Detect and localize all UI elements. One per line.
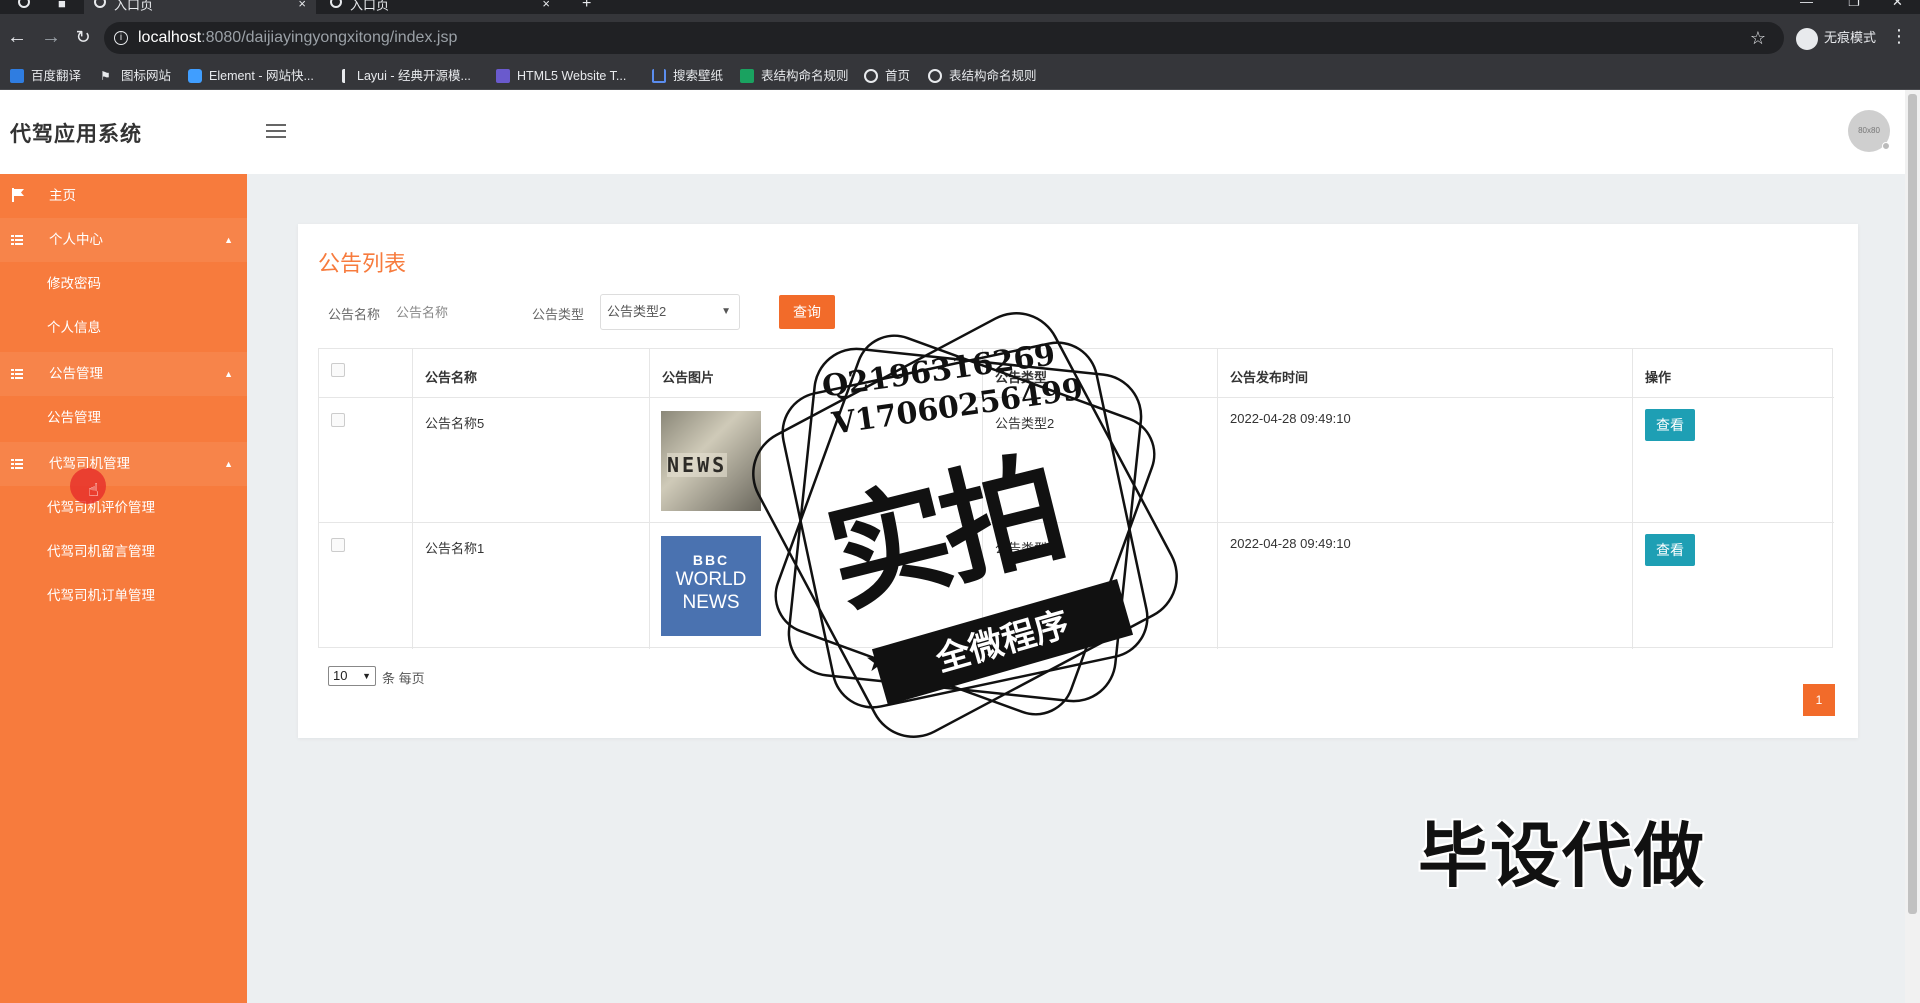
hamburger-menu-icon[interactable]: [266, 124, 286, 138]
close-window-icon[interactable]: ✕: [1892, 0, 1903, 10]
address-bar[interactable]: i localhost:8080/daijiayingyongxitong/in…: [104, 22, 1784, 54]
globe-icon: [928, 68, 942, 83]
watermark-corner-text: 毕设代做: [1418, 815, 1706, 897]
hand-cursor-icon: ☝: [88, 480, 99, 500]
element-hexagon-icon: [188, 68, 202, 83]
page-scrollbar[interactable]: [1905, 90, 1920, 1003]
sidebar-item-home[interactable]: 主页: [0, 174, 247, 218]
browser-tab-2[interactable]: 入口页 ×: [320, 0, 560, 14]
type-select[interactable]: 公告类型2 ▼: [600, 294, 740, 330]
bookmark-baidu-translate[interactable]: 百度翻译: [10, 62, 81, 90]
incognito-icon: [1796, 27, 1818, 50]
bookmark-table-naming-2[interactable]: 表结构命名规则: [928, 62, 1037, 90]
bookmark-element[interactable]: Element - 网站快...: [188, 62, 314, 90]
grid-icon: [11, 235, 23, 245]
header-notice-name: 公告名称: [425, 370, 478, 385]
view-button[interactable]: 查看: [1645, 534, 1695, 566]
tab-search-icon[interactable]: ■: [48, 0, 68, 14]
layui-icon: [342, 68, 350, 83]
chevron-down-icon: ▼: [362, 671, 371, 681]
sidebar-item-personal-info[interactable]: 个人信息: [0, 306, 247, 350]
browser-menu-icon[interactable]: ⋮: [1890, 26, 1908, 47]
grid-icon: [11, 459, 23, 469]
tab-close-icon[interactable]: ×: [542, 0, 550, 10]
chrome-icon: [8, 0, 30, 14]
sidebar-group-driver-management[interactable]: 代驾司机管理 ▲: [0, 442, 247, 486]
chevron-up-icon: ▲: [224, 369, 233, 379]
site-info-icon[interactable]: i: [114, 31, 128, 45]
sidebar-item-change-password[interactable]: 修改密码: [0, 262, 247, 306]
bookmarks-bar: 百度翻译 ⚑ 图标网站 Element - 网站快... Layui - 经典开源…: [0, 62, 1920, 90]
app-title: 代驾应用系统: [10, 123, 142, 146]
tab-globe-icon: [330, 0, 342, 8]
page-title: 公告列表: [318, 251, 407, 276]
table-col-divider: [1632, 349, 1633, 649]
wallpaper-icon: [652, 68, 666, 83]
grid-icon: [11, 369, 23, 379]
reload-icon[interactable]: ↻: [70, 24, 96, 50]
browser-toolbar: ← → ↻ i localhost:8080/daijiayingyongxit…: [0, 14, 1920, 62]
bookmark-html5-template[interactable]: HTML5 Website T...: [496, 62, 626, 90]
view-button[interactable]: 查看: [1645, 409, 1695, 441]
maximize-icon[interactable]: ❐: [1848, 0, 1860, 10]
row-checkbox[interactable]: [331, 538, 345, 552]
bookmark-layui[interactable]: Layui - 经典开源模...: [342, 62, 471, 90]
row-notice-name: 公告名称5: [425, 416, 485, 431]
select-all-checkbox[interactable]: [331, 363, 345, 377]
sidebar-item-notice-management[interactable]: 公告管理: [0, 396, 247, 440]
row-checkbox[interactable]: [331, 413, 345, 427]
avatar-status-dot: [1882, 142, 1890, 150]
search-name-label: 公告名称: [328, 307, 381, 322]
row-notice-name: 公告名称1: [425, 541, 485, 556]
row-publish-time: 2022-04-28 09:49:10: [1230, 411, 1351, 426]
page-size-label: 条 每页: [382, 671, 425, 686]
search-name-input[interactable]: [394, 295, 516, 329]
sidebar-item-driver-order-management[interactable]: 代驾司机订单管理: [0, 574, 247, 618]
tab-globe-icon: [94, 0, 106, 8]
browser-tab-strip: ■ 入口页 × 入口页 × + — ❐ ✕: [0, 0, 1920, 14]
flag-icon: [12, 188, 24, 202]
bookmark-icon-site[interactable]: ⚑ 图标网站: [100, 62, 171, 90]
chevron-up-icon: ▲: [224, 459, 233, 469]
search-type-label: 公告类型: [532, 307, 585, 322]
sidebar-item-driver-message-management[interactable]: 代驾司机留言管理: [0, 530, 247, 574]
header-actions: 操作: [1645, 370, 1672, 385]
pagination-page-1[interactable]: 1: [1803, 684, 1835, 716]
bookmark-star-icon[interactable]: ☆: [1750, 22, 1766, 54]
html5-template-icon: [496, 68, 510, 83]
globe-icon: [864, 68, 878, 83]
bookmark-table-naming[interactable]: 表结构命名规则: [740, 62, 849, 90]
bookmark-home[interactable]: 首页: [864, 62, 910, 90]
header-publish-time: 公告发布时间: [1230, 370, 1309, 385]
sheet-icon: [740, 68, 754, 83]
baidu-translate-icon: [10, 68, 24, 83]
minimize-icon[interactable]: —: [1800, 0, 1813, 9]
new-tab-button[interactable]: +: [572, 0, 598, 14]
page-size-select[interactable]: 10 ▼: [328, 666, 376, 686]
chevron-down-icon: ▼: [721, 306, 731, 317]
app-header: 代驾应用系统 80x80: [0, 90, 1905, 174]
bookmark-wallpaper[interactable]: 搜索壁纸: [652, 62, 723, 90]
incognito-indicator[interactable]: 无痕模式: [1796, 24, 1876, 52]
sidebar-group-notice-management[interactable]: 公告管理 ▲: [0, 352, 247, 396]
header-notice-image: 公告图片: [662, 370, 715, 385]
chevron-up-icon: ▲: [224, 235, 233, 245]
tab-close-icon[interactable]: ×: [298, 0, 306, 10]
sidebar-group-personal-center[interactable]: 个人中心 ▲: [0, 218, 247, 262]
scrollbar-thumb[interactable]: [1908, 94, 1917, 914]
back-icon[interactable]: ←: [4, 24, 30, 50]
sidebar-item-driver-review-management[interactable]: 代驾司机评价管理: [0, 486, 247, 530]
sidebar: 主页 个人中心 ▲ 修改密码 个人信息 公告管理 ▲ 公告管理 代驾司机管理 ▲…: [0, 174, 247, 1003]
table-col-divider: [412, 349, 413, 649]
forward-icon[interactable]: →: [38, 24, 64, 50]
table-col-divider: [1217, 349, 1218, 649]
watermark-stamp: ★ ★ Q2196316269 V17060256499 实拍 全微程序: [735, 295, 1195, 755]
table-col-divider: [649, 349, 650, 649]
flag-icon: ⚑: [100, 68, 111, 83]
browser-tab-1[interactable]: 入口页 ×: [84, 0, 316, 14]
row-publish-time: 2022-04-28 09:49:10: [1230, 536, 1351, 551]
